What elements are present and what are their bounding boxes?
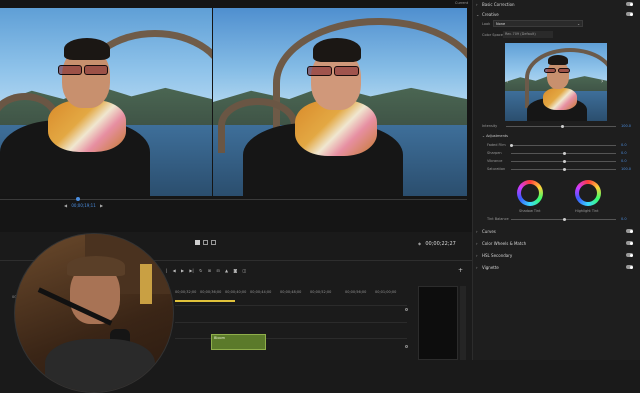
audio-meter — [418, 286, 458, 360]
look-label: Look — [482, 22, 491, 26]
ruler-tick: 00;00;44;00 — [250, 290, 272, 294]
shadow-tint-label: Shadow Tint — [519, 209, 541, 213]
lumetri-panel: › Basic Correction ⌄ Creative Look None … — [472, 0, 640, 360]
chevron-down-icon[interactable]: ⌄ — [482, 134, 485, 138]
color-space-label: Color Space — [482, 33, 503, 37]
section-curves[interactable]: › Curves — [473, 227, 640, 236]
chevron-right-icon[interactable]: › — [476, 241, 478, 246]
prev-frame-icon[interactable]: ◀ — [64, 203, 67, 208]
playhead-marker[interactable] — [76, 197, 80, 201]
slider-knob[interactable] — [563, 160, 566, 163]
ruler-tick: 00;00;52;00 — [310, 290, 332, 294]
slider-label: Sharpen — [487, 151, 502, 155]
step-forward-icon[interactable]: ▶| — [189, 268, 193, 273]
color-space-select[interactable]: Rec.709 (Default) — [503, 31, 553, 38]
settings-button[interactable] — [203, 240, 208, 245]
webcam-overlay — [14, 233, 174, 393]
scroll-handle[interactable] — [405, 308, 408, 311]
section-hsl-secondary[interactable]: › HSL Secondary — [473, 251, 640, 260]
scrub-bar[interactable] — [0, 199, 467, 200]
tint-balance-label: Tint Balance — [487, 217, 509, 221]
chevron-down-icon: ⌄ — [577, 22, 580, 26]
toggle-curves[interactable] — [626, 229, 633, 233]
monitor-top-label: Current — [455, 1, 469, 5]
shadow-tint-wheel[interactable] — [517, 180, 543, 206]
left-timecode: 00;00;19;11 — [71, 203, 96, 208]
slider-knob[interactable] — [563, 152, 566, 155]
slider-knob[interactable] — [563, 168, 566, 171]
tint-balance-knob[interactable] — [563, 218, 566, 221]
chevron-right-icon[interactable]: › — [476, 229, 478, 234]
adjustments-label: ⌄ Adjustments — [482, 134, 508, 138]
section-creative[interactable]: ⌄ Creative — [473, 10, 640, 19]
toggle-hsl-secondary[interactable] — [626, 253, 633, 257]
ruler-tick: 00;00;48;00 — [280, 290, 302, 294]
timeline-clip[interactable]: Bloom — [211, 334, 266, 350]
add-button[interactable]: + — [458, 267, 463, 274]
before-image — [0, 8, 212, 196]
play-icon[interactable]: ▶ — [181, 268, 184, 273]
next-frame-icon[interactable]: ▶ — [100, 203, 103, 208]
slider-label: Saturation — [487, 167, 506, 171]
highlight-tint-label: Highlight Tint — [575, 209, 599, 213]
ruler-tick: 00;00;36;00 — [200, 290, 222, 294]
toggle-vignette[interactable] — [626, 265, 633, 269]
tint-balance-value[interactable]: 0.0 — [621, 217, 627, 221]
toggle-creative[interactable] — [626, 12, 633, 16]
ruler-tick: 00;00;40;00 — [225, 290, 247, 294]
slider-knob[interactable] — [510, 144, 513, 147]
slider-value[interactable]: 100.0 — [621, 167, 631, 171]
chevron-right-icon[interactable]: › — [476, 265, 478, 270]
timeline-ruler[interactable]: 00;00;32;00 00;00;36;00 00;00;40;00 00;0… — [175, 289, 407, 299]
chevron-down-icon[interactable]: ⌄ — [476, 12, 479, 17]
section-basic-correction[interactable]: › Basic Correction — [473, 0, 640, 9]
program-monitor: Current ◀ 00;00;19;11 ▶ ◆ 00;00;22;27 — [0, 0, 472, 247]
intensity-label: Intensity — [482, 124, 498, 128]
work-area-bar[interactable] — [175, 300, 235, 302]
chevron-right-icon[interactable]: › — [476, 2, 478, 7]
highlight-tint-wheel[interactable] — [575, 180, 601, 206]
toggle-color-wheels[interactable] — [626, 241, 633, 245]
slider-value[interactable]: 0.0 — [621, 151, 627, 155]
ruler-tick: 00;00;56;00 — [345, 290, 367, 294]
after-image — [213, 8, 467, 196]
slider-label: Vibrance — [487, 159, 503, 163]
transport-controls: | ◀ ▶ ▶| ↻ ⊞ ⊟ ▲ ◙ ◫ — [166, 268, 250, 273]
intensity-value[interactable]: 100.0 — [621, 124, 631, 128]
clip-label: Bloom — [214, 336, 226, 340]
lift-icon[interactable]: ▲ — [225, 268, 228, 273]
toggle-basic-correction[interactable] — [626, 2, 633, 6]
section-vignette[interactable]: › Vignette — [473, 263, 640, 272]
right-timecode: 00;00;22;27 — [425, 241, 456, 247]
slider-value[interactable]: 0.0 — [621, 159, 627, 163]
left-monitor-nav: ◀ 00;00;19;11 ▶ — [64, 203, 103, 208]
audio-meter-scale — [460, 286, 466, 360]
faded-film-slider[interactable] — [511, 145, 616, 146]
compare-icon[interactable]: ◫ — [243, 268, 247, 273]
ruler-tick: 00;00;32;00 — [175, 290, 197, 294]
ruler-tick: 00;01;00;00 — [375, 290, 397, 294]
slider-label: Faded Film — [487, 143, 506, 147]
insert-icon[interactable]: ⊞ — [208, 268, 211, 273]
chevron-right-icon[interactable]: › — [476, 253, 478, 258]
slider-value[interactable]: 0.0 — [621, 143, 627, 147]
look-select[interactable]: None ⌄ — [493, 20, 583, 27]
marker-icon[interactable]: ◆ — [418, 241, 421, 246]
section-color-wheels[interactable]: › Color Wheels & Match — [473, 239, 640, 248]
scroll-handle[interactable] — [405, 345, 408, 348]
camera-icon[interactable]: ◙ — [233, 268, 237, 273]
right-monitor-nav: ◆ 00;00;22;27 — [418, 241, 456, 247]
step-back-icon[interactable]: ◀ — [173, 268, 176, 273]
intensity-knob[interactable] — [561, 125, 564, 128]
overwrite-icon[interactable]: ⊟ — [216, 268, 219, 273]
look-next-icon[interactable]: › — [601, 78, 603, 85]
compare-view-button[interactable] — [195, 240, 200, 245]
export-frame-button[interactable] — [211, 240, 216, 245]
look-prev-icon[interactable]: ‹ — [506, 78, 508, 85]
loop-icon[interactable]: ↻ — [199, 268, 202, 273]
look-preview — [505, 43, 607, 121]
